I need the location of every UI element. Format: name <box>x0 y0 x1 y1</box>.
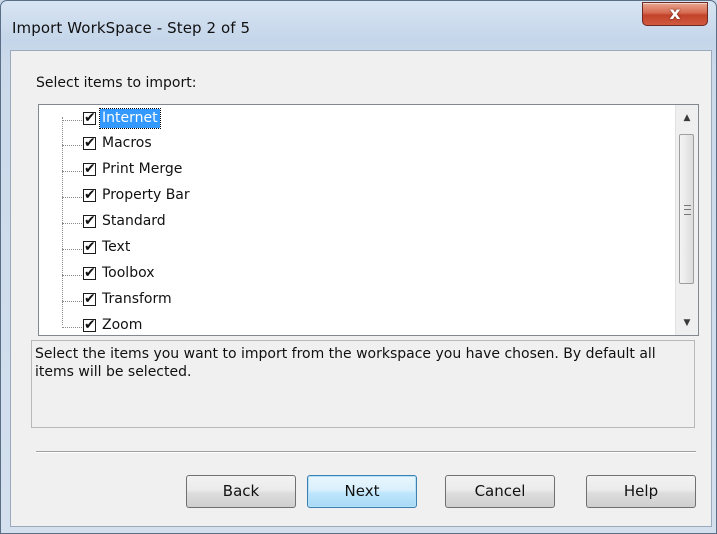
divider <box>36 451 696 453</box>
print-merge-checkbox[interactable]: ✔ <box>83 161 96 177</box>
transform-checkbox[interactable]: ✔ <box>83 291 96 307</box>
title-bar[interactable]: Import WorkSpace - Step 2 of 5 x <box>1 1 716 51</box>
checkmark-icon: ✔ <box>84 239 96 255</box>
toolbox-checkbox[interactable]: ✔ <box>83 265 96 281</box>
zoom-checkbox[interactable]: ✔ <box>83 317 96 333</box>
tree-branch-line <box>62 249 84 250</box>
checkmark-icon: ✔ <box>84 161 96 177</box>
dialog-body: Select items to import: ✔ Internet ✔ Mac… <box>10 50 712 527</box>
cancel-button[interactable]: Cancel <box>445 475 555 508</box>
select-items-label: Select items to import: <box>36 75 197 91</box>
tree-branch-line <box>62 327 84 328</box>
macros-checkbox[interactable]: ✔ <box>83 135 96 151</box>
checkmark-icon: ✔ <box>84 187 96 203</box>
tree-item-label: Internet <box>99 108 161 129</box>
tree-connector-line <box>62 117 63 325</box>
checkmark-icon: ✔ <box>84 317 96 333</box>
close-button[interactable]: x <box>642 2 708 26</box>
checkmark-icon: ✔ <box>84 135 96 151</box>
tree-branch-line <box>62 223 84 224</box>
internet-checkbox[interactable]: ✔ <box>83 110 96 126</box>
next-button[interactable]: Next <box>307 475 417 508</box>
tree-branch-line <box>62 120 84 121</box>
tree-branch-line <box>62 171 84 172</box>
description-box: Select the items you want to import from… <box>31 340 695 428</box>
property-bar-checkbox[interactable]: ✔ <box>83 187 96 203</box>
text-checkbox[interactable]: ✔ <box>83 239 96 255</box>
tree-item-label: Standard <box>102 213 166 229</box>
tree-branch-line <box>62 197 84 198</box>
checkmark-icon: ✔ <box>84 291 96 307</box>
close-icon: x <box>669 4 681 24</box>
vertical-scrollbar[interactable]: ▲ ▼ <box>675 105 698 335</box>
scroll-up-arrow-icon[interactable]: ▲ <box>676 108 698 128</box>
tree-item-label: Macros <box>102 135 152 151</box>
window-title: Import WorkSpace - Step 2 of 5 <box>12 19 251 37</box>
import-workspace-dialog: Import WorkSpace - Step 2 of 5 x Select … <box>0 0 717 534</box>
tree-item-label: Text <box>102 239 131 255</box>
scroll-down-arrow-icon[interactable]: ▼ <box>676 313 698 333</box>
tree-item-label: Zoom <box>102 317 143 333</box>
items-tree-view[interactable]: ✔ Internet ✔ Macros ✔ Print Merge ✔ Prop… <box>38 104 699 336</box>
grip-icon <box>684 205 691 215</box>
checkmark-icon: ✔ <box>84 265 96 281</box>
tree-branch-line <box>62 275 84 276</box>
help-button[interactable]: Help <box>586 475 696 508</box>
tree-item-label: Print Merge <box>102 161 183 177</box>
back-button[interactable]: Back <box>186 475 296 508</box>
scrollbar-thumb[interactable] <box>679 134 694 284</box>
tree-branch-line <box>62 145 84 146</box>
tree-item-label: Transform <box>102 291 172 307</box>
tree-branch-line <box>62 301 84 302</box>
tree-item-label: Toolbox <box>102 265 155 281</box>
tree-item-label: Property Bar <box>102 187 190 203</box>
checkmark-icon: ✔ <box>84 213 96 229</box>
standard-checkbox[interactable]: ✔ <box>83 213 96 229</box>
checkmark-icon: ✔ <box>84 110 96 126</box>
